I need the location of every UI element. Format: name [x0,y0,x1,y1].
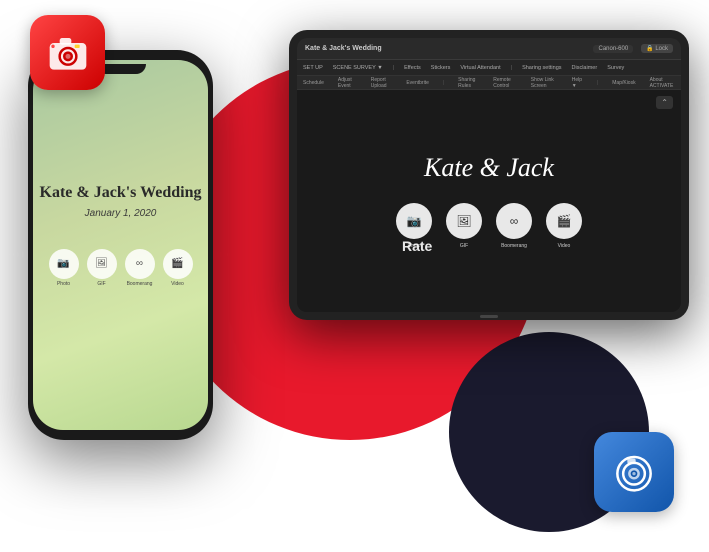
scroll-up-indicator[interactable]: ⌃ [656,96,673,109]
nav-spacer2: | [511,65,512,71]
phone-icon-boomerang[interactable]: ∞ Boomerang [125,249,155,287]
video-label: Video [171,281,184,287]
subnav-report[interactable]: Report Upload [371,77,393,89]
tablet-body: Kate & Jack's Wedding Canon-600 🔒 Lock S… [289,30,689,320]
subnav-adjust[interactable]: Adjust Event [338,77,357,89]
tablet-main-content: ⌃ Kate & Jack 📷 Photo 🖼 GIF [297,90,681,312]
camera-icon-small: 📷 [57,258,69,269]
boomerang-label: Boomerang [127,281,153,287]
gif-label: GIF [97,281,105,287]
app-icon-ipad[interactable] [594,432,674,512]
tablet-camera-icon: 📷 [407,214,422,228]
phone-device: Kate & Jack's Wedding January 1, 2020 📷 … [28,50,213,440]
nav-spacer: | [393,65,394,71]
phone-screen: Kate & Jack's Wedding January 1, 2020 📷 … [33,60,208,430]
nav-survey2[interactable]: Survey [607,65,624,71]
tablet-device: Kate & Jack's Wedding Canon-600 🔒 Lock S… [289,30,689,320]
tablet-icon-photo[interactable]: 📷 Photo [396,203,432,249]
nav-disclaimer[interactable]: Disclaimer [572,65,598,71]
lock-status: 🔒 Lock [641,44,673,53]
phone-icon-gif[interactable]: 🖼 GIF [87,249,117,287]
phone-icon-photo[interactable]: 📷 Photo [49,249,79,287]
subnav-map[interactable]: Map/Kiosk [612,80,635,86]
tablet-icon-boomerang[interactable]: ∞ Boomerang [496,203,532,249]
tablet-boomerang-icon: ∞ [510,214,519,228]
subnav-sep: | [443,80,444,86]
tablet-nav: SET UP SCENE SURVEY ▼ | Effects Stickers… [297,60,681,76]
tablet-icon-gif[interactable]: 🖼 GIF [446,203,482,249]
gif-icon: 🖼 [95,258,108,269]
tablet-boomerang-label: Boomerang [501,243,527,249]
nav-sharing[interactable]: Sharing settings [522,65,561,71]
tablet-subnav: Schedule Adjust Event Report Upload Even… [297,76,681,90]
tablet-home-bar [480,315,498,318]
phone-event-date: January 1, 2020 [85,208,157,219]
tablet-screen: Kate & Jack's Wedding Canon-600 🔒 Lock S… [297,38,681,312]
subnav-help[interactable]: Help ▼ [572,77,583,89]
camera-status: Canon-600 [593,45,633,53]
nav-survey[interactable]: SCENE SURVEY ▼ [333,65,383,71]
subnav-eventbrite[interactable]: Eventbrite [406,80,429,86]
nav-stickers[interactable]: Stickers [431,65,451,71]
tablet-video-icon: 🎬 [557,214,572,228]
subnav-sharing-rules[interactable]: Sharing Rules [458,77,479,89]
subnav-schedule[interactable]: Schedule [303,80,324,86]
tablet-video-label: Video [558,243,571,249]
nav-effects[interactable]: Effects [404,65,421,71]
subnav-remote[interactable]: Remote Control [493,77,516,89]
tablet-menubar: Kate & Jack's Wedding Canon-600 🔒 Lock [297,38,681,60]
tablet-event-title: Kate & Jack [424,153,554,183]
tablet-photo-label: Photo [407,243,420,249]
phone-icon-video[interactable]: 🎬 Video [163,249,193,287]
tablet-gif-icon: 🖼 [456,214,471,228]
tablet-icons-row: 📷 Photo 🖼 GIF ∞ Boomerang [396,203,582,249]
phone-body: Kate & Jack's Wedding January 1, 2020 📷 … [28,50,213,440]
subnav-sep2: | [597,80,598,86]
phone-event-title: Kate & Jack's Wedding [40,183,202,204]
tablet-menu-title: Kate & Jack's Wedding [305,45,382,52]
app-icon-ios[interactable] [30,15,105,90]
tablet-gif-label: GIF [460,243,468,249]
subnav-about[interactable]: About ACTIVATE [650,77,675,89]
photo-label: Photo [57,281,70,287]
nav-setup[interactable]: SET UP [303,65,323,71]
phone-icons-row: 📷 Photo 🖼 GIF ∞ Boomerang [49,249,193,287]
boomerang-icon: ∞ [136,258,143,269]
subnav-link-screen[interactable]: Show Link Screen [531,77,558,89]
video-icon: 🎬 [171,258,183,269]
tablet-icon-video[interactable]: 🎬 Video [546,203,582,249]
nav-virtual[interactable]: Virtual Attendant [460,65,500,71]
